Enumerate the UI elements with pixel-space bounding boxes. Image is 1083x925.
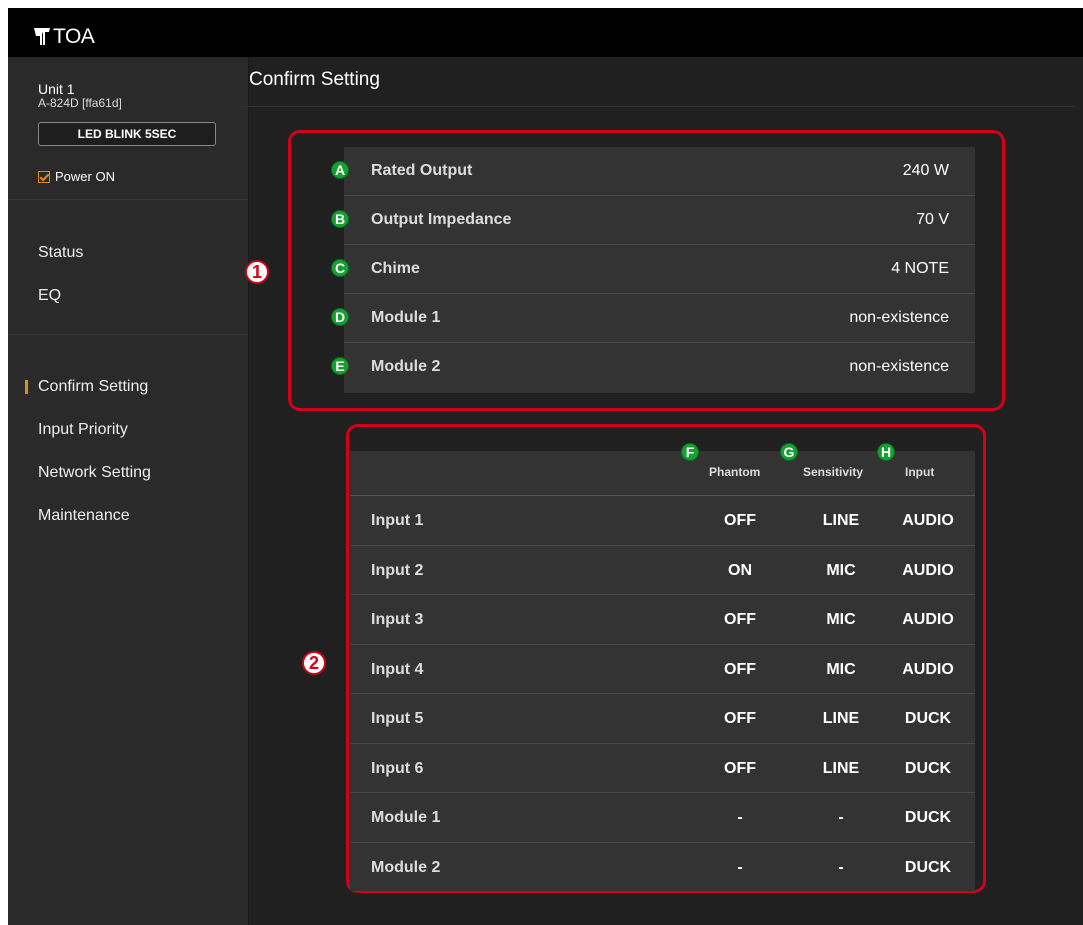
row-name: Input 3 (371, 611, 424, 628)
cell-sensitivity: MIC (826, 611, 856, 628)
cell-input: AUDIO (902, 512, 954, 529)
setting-value: 70 V (916, 211, 949, 228)
setting-row-module-2: Module 2 non-existence (344, 343, 975, 392)
cell-phantom: - (737, 809, 743, 826)
cell-phantom: OFF (724, 710, 756, 727)
cell-phantom: ON (728, 561, 752, 579)
unit-model: A-824D [ffa61d] (38, 96, 122, 110)
table-row: Input 1 OFF LINE AUDIO (350, 496, 975, 546)
sidebar-item-network-setting[interactable]: Network Setting (38, 464, 151, 482)
sidebar-divider (8, 334, 248, 335)
cell-phantom: OFF (724, 512, 756, 529)
top-bar: TOA (8, 8, 1083, 57)
setting-label: Output Impedance (371, 211, 512, 228)
callout-badge-1: 1 (245, 260, 269, 284)
sidebar-divider (8, 199, 248, 200)
table-row: Module 2 - - DUCK (350, 843, 975, 893)
power-toggle[interactable]: Power ON (38, 169, 115, 184)
cell-sensitivity: LINE (822, 512, 860, 529)
setting-value: non-existence (849, 358, 949, 375)
table-row: Module 1 - - DUCK (350, 793, 975, 843)
cell-input: DUCK (904, 809, 952, 826)
table-row: Input 2 ON MIC AUDIO (350, 546, 975, 595)
setting-row-output-impedance: Output Impedance 70 V (344, 196, 975, 245)
callout-badge-g: G (780, 443, 798, 461)
cell-sensitivity: LINE (822, 759, 860, 777)
setting-label: Rated Output (371, 162, 473, 179)
cell-sensitivity: - (838, 858, 844, 876)
row-name: Input 4 (371, 660, 424, 678)
table-row: Input 5 OFF LINE DUCK (350, 694, 975, 744)
setting-label: Module 2 (371, 358, 441, 375)
table-row: Input 6 OFF LINE DUCK (350, 744, 975, 793)
row-name: Input 2 (371, 561, 424, 579)
callout-badge-c: C (331, 259, 349, 277)
sidebar: Unit 1 A-824D [ffa61d] LED BLINK 5SEC Po… (8, 57, 249, 925)
setting-value: 240 W (902, 162, 949, 179)
column-header-sensitivity: Sensitivity (803, 465, 864, 479)
cell-sensitivity: MIC (826, 561, 856, 579)
setting-row-module-1: Module 1 non-existence (344, 294, 975, 343)
cell-phantom: OFF (724, 660, 756, 678)
sidebar-item-maintenance[interactable]: Maintenance (38, 507, 130, 525)
setting-label: Chime (371, 260, 420, 277)
cell-input: DUCK (904, 759, 952, 777)
setting-label: Module 1 (371, 309, 441, 326)
cell-phantom: OFF (724, 611, 756, 628)
cell-phantom: - (737, 858, 743, 876)
callout-badge-d: D (331, 308, 349, 326)
cell-input: AUDIO (902, 561, 954, 579)
sidebar-item-confirm-setting[interactable]: Confirm Setting (24, 378, 148, 396)
toa-logo-icon (34, 28, 50, 45)
cell-sensitivity: - (838, 809, 844, 826)
power-checkbox[interactable] (38, 170, 50, 183)
row-name: Module 2 (371, 858, 441, 876)
title-divider (240, 106, 1075, 107)
sidebar-item-eq[interactable]: EQ (38, 287, 61, 305)
callout-badge-b: B (331, 210, 349, 228)
table-row: Input 4 OFF MIC AUDIO (350, 645, 975, 694)
setting-row-rated-output: Rated Output 240 W (344, 147, 975, 196)
cell-sensitivity: MIC (826, 660, 856, 678)
cell-input: DUCK (904, 710, 952, 727)
cell-input: AUDIO (902, 660, 954, 678)
row-name: Input 6 (371, 759, 424, 777)
toa-logo: TOA (34, 25, 95, 48)
sidebar-item-status[interactable]: Status (38, 244, 83, 262)
settings-panel: Rated Output 240 W Output Impedance 70 V… (344, 147, 975, 393)
page-title: Confirm Setting (249, 69, 380, 90)
column-header-input: Input (905, 465, 935, 479)
column-header-phantom: Phantom (709, 465, 761, 479)
cell-phantom: OFF (724, 759, 756, 777)
setting-value: non-existence (849, 309, 949, 326)
cell-input: AUDIO (902, 611, 954, 628)
logo-text: TOA (53, 25, 95, 48)
led-blink-button[interactable]: LED BLINK 5SEC (38, 122, 216, 146)
unit-name: Unit 1 (38, 81, 75, 97)
callout-badge-2: 2 (302, 651, 326, 675)
power-label: Power ON (55, 169, 115, 184)
setting-value: 4 NOTE (891, 260, 949, 277)
callout-badge-a: A (331, 161, 349, 179)
callout-badge-h: H (877, 443, 895, 461)
callout-badge-f: F (681, 443, 699, 461)
row-name: Input 5 (371, 710, 424, 727)
cell-input: DUCK (904, 858, 952, 876)
sidebar-item-input-priority[interactable]: Input Priority (38, 421, 128, 439)
row-name: Input 1 (371, 512, 424, 529)
callout-badge-e: E (331, 357, 349, 375)
table-row: Input 3 OFF MIC AUDIO (350, 595, 975, 645)
row-name: Module 1 (371, 809, 441, 826)
setting-row-chime: Chime 4 NOTE (344, 245, 975, 294)
cell-sensitivity: LINE (822, 710, 860, 727)
